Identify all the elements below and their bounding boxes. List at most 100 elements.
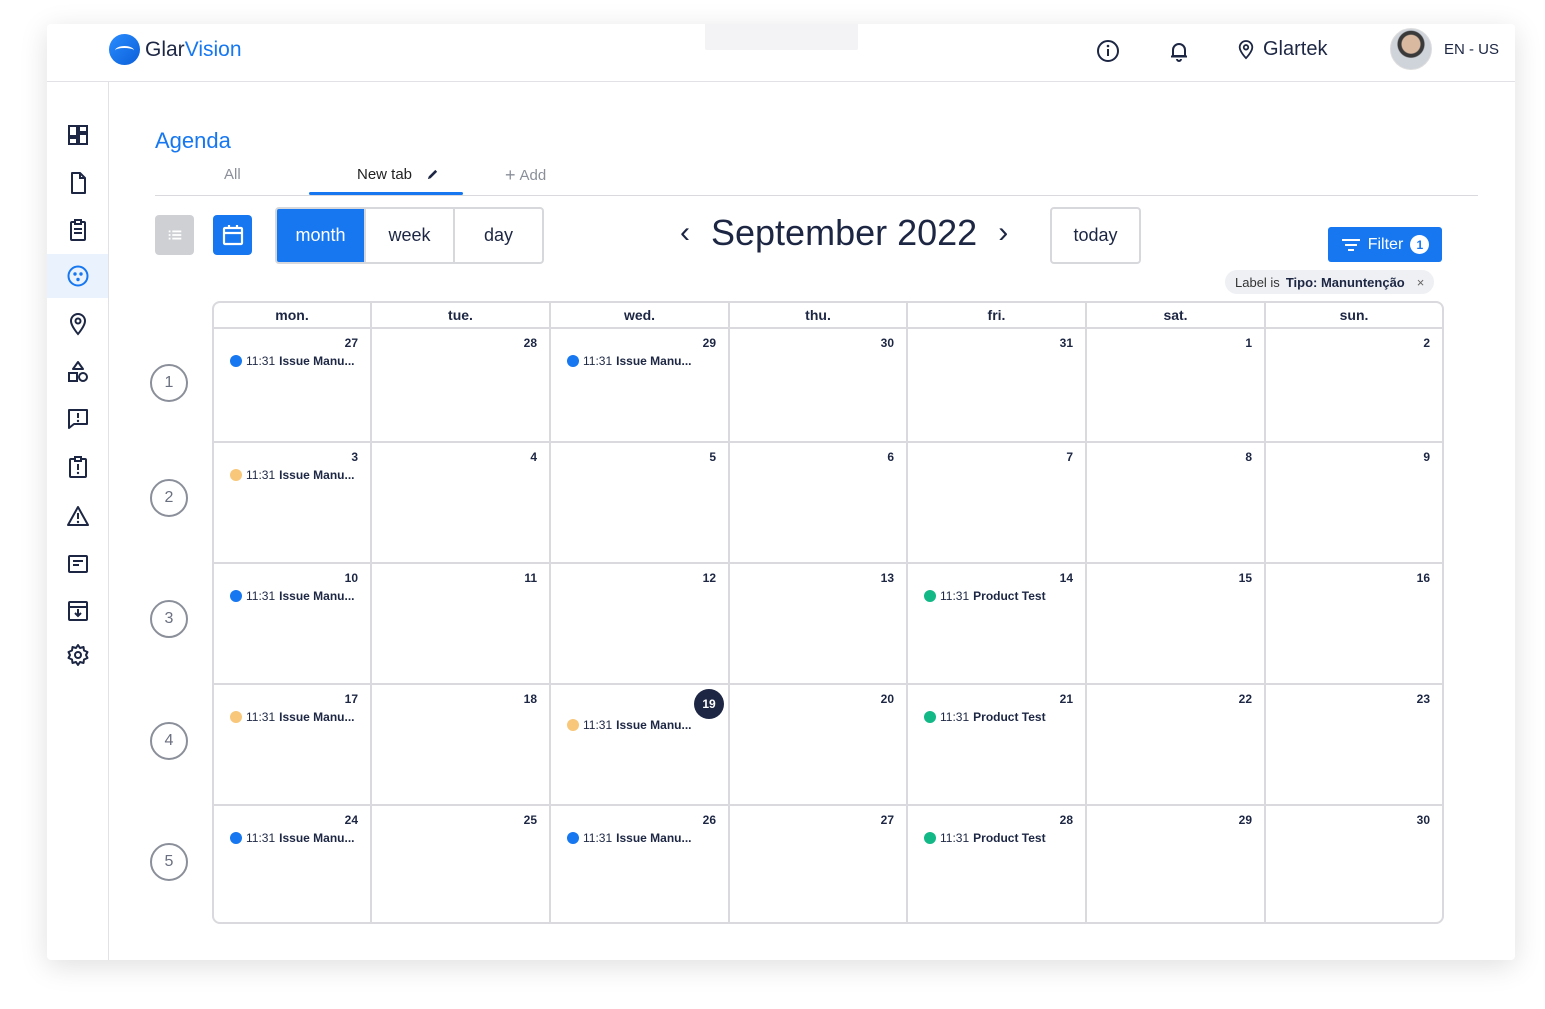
day-cell[interactable]: 30 (730, 329, 908, 443)
day-button[interactable]: day (455, 209, 542, 262)
calendar-event[interactable]: 11:31 Issue Manu... (230, 468, 355, 482)
day-cell[interactable]: 11 (372, 564, 551, 685)
sidebar-item-documents[interactable] (47, 161, 108, 205)
tab-new[interactable]: New tab (357, 166, 439, 183)
view-switcher: month week day (275, 207, 544, 264)
sidebar-item-assets[interactable] (47, 350, 108, 394)
user-avatar[interactable] (1390, 28, 1432, 70)
sidebar-item-feedback[interactable] (47, 397, 108, 441)
filter-button[interactable]: Filter 1 (1328, 227, 1442, 262)
event-time: 11:31 (940, 589, 970, 603)
day-cell[interactable]: 29 11:31 Issue Manu... (551, 329, 730, 443)
event-time: 11:31 (583, 831, 613, 845)
day-cell[interactable]: 6 (730, 443, 908, 564)
site-selector[interactable]: Glartek (1237, 38, 1327, 61)
event-time: 11:31 (246, 589, 276, 603)
calendar-event[interactable]: 11:31 Issue Manu... (230, 354, 355, 368)
day-header: wed. (551, 303, 730, 329)
bell-icon[interactable] (1166, 38, 1192, 64)
event-title: Issue Manu... (279, 468, 355, 482)
day-cell[interactable]: 7 (908, 443, 1087, 564)
calendar-event[interactable]: 11:31 Issue Manu... (567, 354, 692, 368)
calendar-event[interactable]: 11:31 Issue Manu... (230, 831, 355, 845)
day-cell[interactable]: 16 (1266, 564, 1442, 685)
week-button[interactable]: week (366, 209, 455, 262)
day-cell[interactable]: 2 (1266, 329, 1442, 443)
month-button[interactable]: month (277, 209, 366, 262)
day-cell[interactable]: 26 11:31 Issue Manu... (551, 806, 730, 922)
day-cell[interactable]: 18 (372, 685, 551, 806)
sidebar-item-checklists[interactable] (47, 208, 108, 252)
event-title: Issue Manu... (279, 710, 355, 724)
today-date-number: 19 (694, 689, 724, 719)
tab-add[interactable]: + Add (505, 166, 546, 184)
day-cell[interactable]: 14 11:31 Product Test (908, 564, 1087, 685)
date-number: 17 (344, 692, 358, 706)
sidebar (47, 82, 109, 960)
day-cell[interactable]: 23 (1266, 685, 1442, 806)
language-selector[interactable]: EN - US (1444, 41, 1499, 58)
month-navigation: ‹ September 2022 › (675, 212, 1013, 254)
day-cell[interactable]: 24 11:31 Issue Manu... (214, 806, 372, 922)
day-cell[interactable]: 1 (1087, 329, 1266, 443)
event-color-dot (567, 355, 579, 367)
date-number: 16 (1416, 571, 1430, 585)
info-icon[interactable] (1095, 38, 1121, 64)
calendar-event[interactable]: 11:31 Product Test (924, 710, 1046, 724)
day-header: sat. (1087, 303, 1266, 329)
sidebar-item-settings[interactable] (47, 633, 108, 677)
date-number: 21 (1059, 692, 1073, 706)
day-cell[interactable]: 15 (1087, 564, 1266, 685)
chip-remove-button[interactable]: × (1417, 275, 1425, 290)
calendar-event[interactable]: 11:31 Issue Manu... (230, 589, 355, 603)
day-cell[interactable]: 17 11:31 Issue Manu... (214, 685, 372, 806)
day-cell[interactable]: 8 (1087, 443, 1266, 564)
day-cell[interactable]: 12 (551, 564, 730, 685)
list-view-button[interactable] (155, 215, 194, 255)
sidebar-item-reports[interactable] (47, 445, 108, 489)
day-cell[interactable]: 19 11:31 Issue Manu... (551, 685, 730, 806)
day-cell[interactable]: 9 (1266, 443, 1442, 564)
day-cell[interactable]: 29 (1087, 806, 1266, 922)
day-cell[interactable]: 28 11:31 Product Test (908, 806, 1087, 922)
date-number: 22 (1238, 692, 1252, 706)
tab-all[interactable]: All (224, 166, 241, 183)
day-cell[interactable]: 21 11:31 Product Test (908, 685, 1087, 806)
prev-month-button[interactable]: ‹ (675, 216, 695, 250)
day-cell[interactable]: 3 11:31 Issue Manu... (214, 443, 372, 564)
sidebar-item-archive[interactable] (47, 589, 108, 633)
sidebar-item-dashboard[interactable] (47, 113, 108, 157)
event-color-dot (230, 711, 242, 723)
calendar-view-button[interactable] (213, 215, 252, 255)
event-color-dot (230, 355, 242, 367)
sidebar-item-cards[interactable] (47, 542, 108, 586)
day-cell[interactable]: 28 (372, 329, 551, 443)
day-cell[interactable]: 25 (372, 806, 551, 922)
day-cell[interactable]: 27 (730, 806, 908, 922)
day-cell[interactable]: 22 (1087, 685, 1266, 806)
date-number: 31 (1059, 336, 1073, 350)
calendar-event[interactable]: 11:31 Issue Manu... (567, 718, 692, 732)
day-cell[interactable]: 30 (1266, 806, 1442, 922)
calendar-event[interactable]: 11:31 Product Test (924, 589, 1046, 603)
date-number: 3 (351, 450, 358, 464)
day-cell[interactable]: 5 (551, 443, 730, 564)
day-cell[interactable]: 4 (372, 443, 551, 564)
today-button[interactable]: today (1050, 207, 1141, 264)
pencil-icon[interactable] (426, 168, 439, 181)
event-color-dot (567, 832, 579, 844)
day-cell[interactable]: 31 (908, 329, 1087, 443)
calendar-event[interactable]: 11:31 Product Test (924, 831, 1046, 845)
day-cell[interactable]: 20 (730, 685, 908, 806)
app-logo[interactable]: GlarVision (109, 34, 242, 65)
next-month-button[interactable]: › (993, 216, 1013, 250)
day-cell[interactable]: 27 11:31 Issue Manu... (214, 329, 372, 443)
day-cell[interactable]: 10 11:31 Issue Manu... (214, 564, 372, 685)
calendar-event[interactable]: 11:31 Issue Manu... (230, 710, 355, 724)
day-cell[interactable]: 13 (730, 564, 908, 685)
calendar-event[interactable]: 11:31 Issue Manu... (567, 831, 692, 845)
sidebar-item-agenda[interactable] (47, 254, 108, 298)
sidebar-item-locations[interactable] (47, 302, 108, 346)
sidebar-item-alerts[interactable] (47, 494, 108, 538)
week-number-badge: 5 (150, 843, 188, 881)
